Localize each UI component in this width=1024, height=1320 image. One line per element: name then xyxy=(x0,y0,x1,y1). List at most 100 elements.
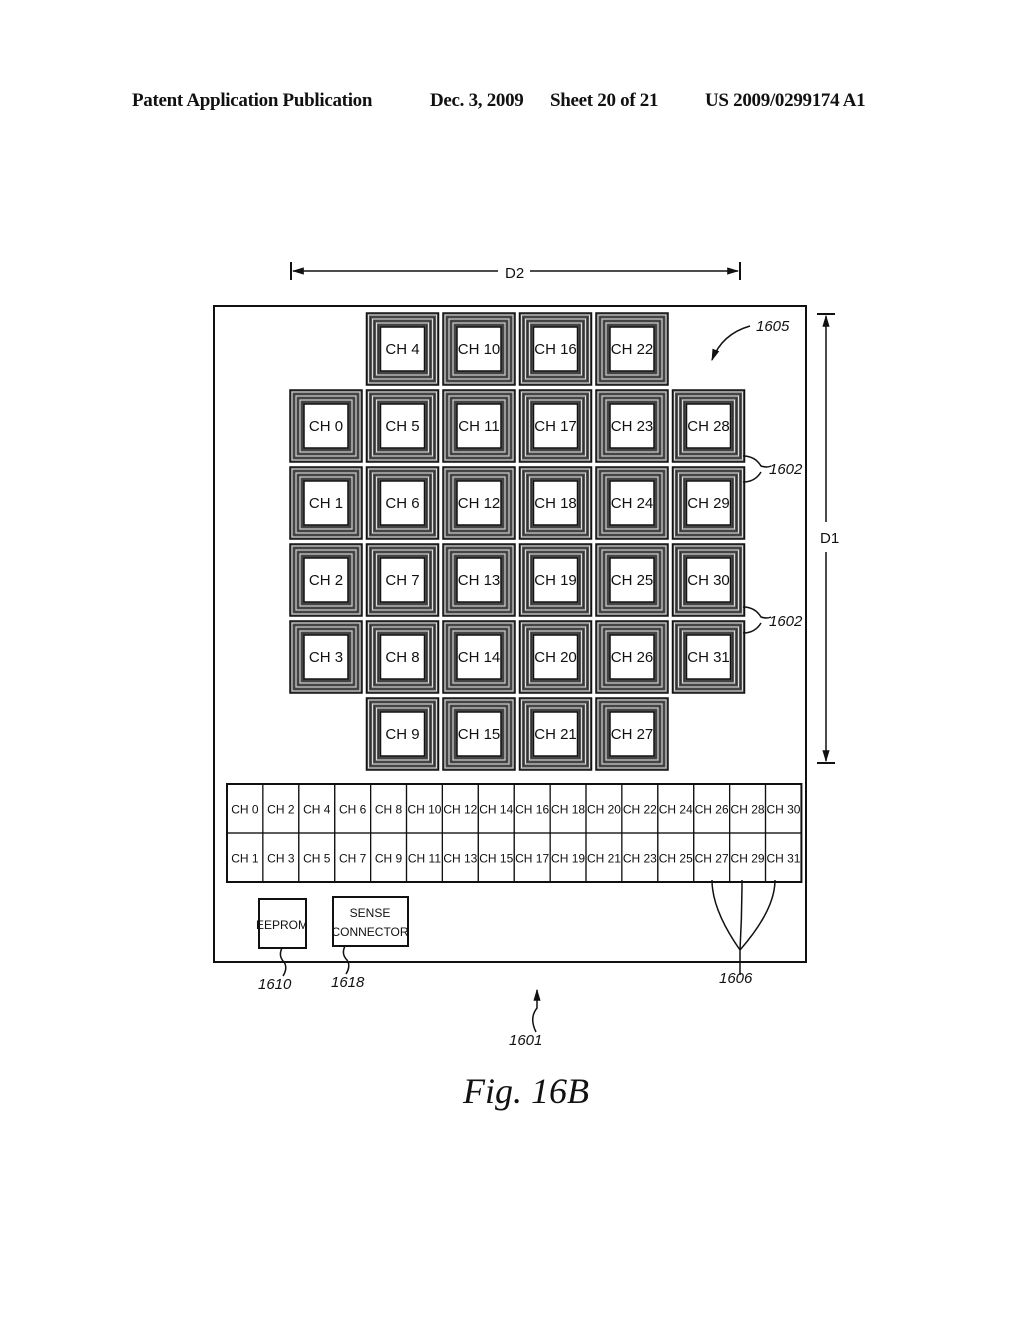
connector-cell-label: CH 7 xyxy=(339,852,367,866)
coil: CH 20 xyxy=(518,620,593,694)
coil-label: CH 3 xyxy=(309,649,343,666)
eeprom-chip: EEPROM xyxy=(256,898,308,949)
coil-label: CH 5 xyxy=(385,418,419,435)
coil-label: CH 25 xyxy=(611,572,654,589)
connector-cell-label: CH 3 xyxy=(267,852,295,866)
coil-label: CH 20 xyxy=(534,649,577,666)
d2-label: D2 xyxy=(505,265,524,282)
coil: CH 29 xyxy=(671,466,746,540)
coil-label: CH 31 xyxy=(687,649,730,666)
coil-label: CH 19 xyxy=(534,572,577,589)
ref-1602-lower: 1602 xyxy=(769,613,803,630)
coil-label: CH 14 xyxy=(458,649,501,666)
connector-cell-label: CH 4 xyxy=(303,803,331,817)
coil: CH 17 xyxy=(518,389,593,463)
coil-label: CH 4 xyxy=(385,341,419,358)
coil-label: CH 18 xyxy=(534,495,577,512)
leader-1605 xyxy=(711,325,751,362)
coil: CH 7 xyxy=(365,543,440,617)
coil-label: CH 17 xyxy=(534,418,577,435)
coil-label: CH 27 xyxy=(611,726,654,743)
coil-label: CH 6 xyxy=(385,495,419,512)
connector-cell-label: CH 2 xyxy=(267,803,295,817)
coil-label: CH 1 xyxy=(309,495,343,512)
connector-cell-label: CH 30 xyxy=(766,803,800,817)
coil-label: CH 23 xyxy=(611,418,654,435)
coil-label: CH 7 xyxy=(385,572,419,589)
coil: CH 9 xyxy=(365,697,440,771)
coil: CH 3 xyxy=(289,620,363,694)
coil-label: CH 11 xyxy=(458,418,499,435)
coil: CH 15 xyxy=(442,697,516,771)
coil: CH 10 xyxy=(442,312,516,386)
coil-label: CH 30 xyxy=(687,572,730,589)
connector-cell-label: CH 5 xyxy=(303,852,331,866)
coil: CH 25 xyxy=(595,543,669,617)
connector-cell-label: CH 17 xyxy=(515,852,549,866)
coil: CH 2 xyxy=(289,543,363,617)
leader-1606 xyxy=(711,879,776,975)
patent-figure: D2 D1 CH 4 CH 10 CH 16 CH 22CH 0 CH 5 CH 11 CH… xyxy=(213,262,839,1111)
connector-cell-label: CH 23 xyxy=(623,852,657,866)
ref-1602-upper: 1602 xyxy=(769,461,803,478)
connector-cell-label: CH 11 xyxy=(408,852,441,866)
dimension-d1: D1 xyxy=(817,313,839,764)
connector-cell-label: CH 22 xyxy=(623,803,657,817)
connector-cell-label: CH 10 xyxy=(407,803,441,817)
sense-connector: SENSE CONNECTOR xyxy=(331,896,409,947)
coil-label: CH 26 xyxy=(611,649,654,666)
connector-cell-label: CH 16 xyxy=(515,803,549,817)
sense-connector-label-line2: CONNECTOR xyxy=(331,925,408,939)
ref-1606: 1606 xyxy=(719,970,753,987)
coil: CH 13 xyxy=(442,543,516,617)
coil-label: CH 15 xyxy=(458,726,501,743)
connector-cell-label: CH 14 xyxy=(479,803,513,817)
connector-cell-label: CH 24 xyxy=(659,803,693,817)
coil: CH 5 xyxy=(365,389,440,463)
connector-cell-label: CH 21 xyxy=(587,852,621,866)
coil-label: CH 12 xyxy=(458,495,501,512)
connector-cell-label: CH 26 xyxy=(695,803,729,817)
coil: CH 22 xyxy=(595,312,669,386)
coil: CH 16 xyxy=(518,312,593,386)
connector-cell-label: CH 15 xyxy=(479,852,513,866)
coil-label: CH 0 xyxy=(309,418,343,435)
coil: CH 27 xyxy=(595,697,669,771)
coil-label: CH 22 xyxy=(611,341,654,358)
ref-1618: 1618 xyxy=(331,974,365,991)
dimension-d2: D2 xyxy=(290,262,741,282)
connector-cell-label: CH 13 xyxy=(443,852,477,866)
coil: CH 24 xyxy=(595,466,669,540)
leader-1601 xyxy=(532,988,541,1033)
connector-cell-label: CH 29 xyxy=(731,852,765,866)
connector-cell-label: CH 20 xyxy=(587,803,621,817)
coil: CH 4 xyxy=(365,312,440,386)
coil: CH 31 xyxy=(671,620,746,694)
coil-label: CH 28 xyxy=(687,418,730,435)
coil-label: CH 9 xyxy=(385,726,419,743)
ref-1601: 1601 xyxy=(509,1032,542,1049)
coil-array: CH 4 CH 10 CH 16 CH 22 CH 0 CH 5 CH 11 CH 17 CH … xyxy=(289,312,746,771)
coil: CH 0 xyxy=(289,389,363,463)
connector-cell-label: CH 28 xyxy=(731,803,765,817)
leader-1602-upper xyxy=(742,455,772,483)
coil-label: CH 16 xyxy=(534,341,577,358)
coil-label: CH 10 xyxy=(458,341,501,358)
coil: CH 11 xyxy=(442,389,516,463)
coil-label: CH 8 xyxy=(385,649,419,666)
coil-label: CH 13 xyxy=(458,572,501,589)
leader-1602-lower xyxy=(742,606,772,634)
connector-cell-label: CH 27 xyxy=(695,852,729,866)
coil: CH 18 xyxy=(518,466,593,540)
connector-cell-label: CH 19 xyxy=(551,852,585,866)
connector-cell-label: CH 0 xyxy=(231,803,259,817)
ref-1610: 1610 xyxy=(258,976,292,993)
coil-label: CH 21 xyxy=(534,726,577,743)
connector-cell-label: CH 31 xyxy=(766,852,800,866)
connector-cell-label: CH 9 xyxy=(375,852,403,866)
coil: CH 21 xyxy=(518,697,593,771)
coil-label: CH 2 xyxy=(309,572,343,589)
connector-cell-label: CH 6 xyxy=(339,803,367,817)
coil: CH 6 xyxy=(365,466,440,540)
connector-cell-label: CH 18 xyxy=(551,803,585,817)
